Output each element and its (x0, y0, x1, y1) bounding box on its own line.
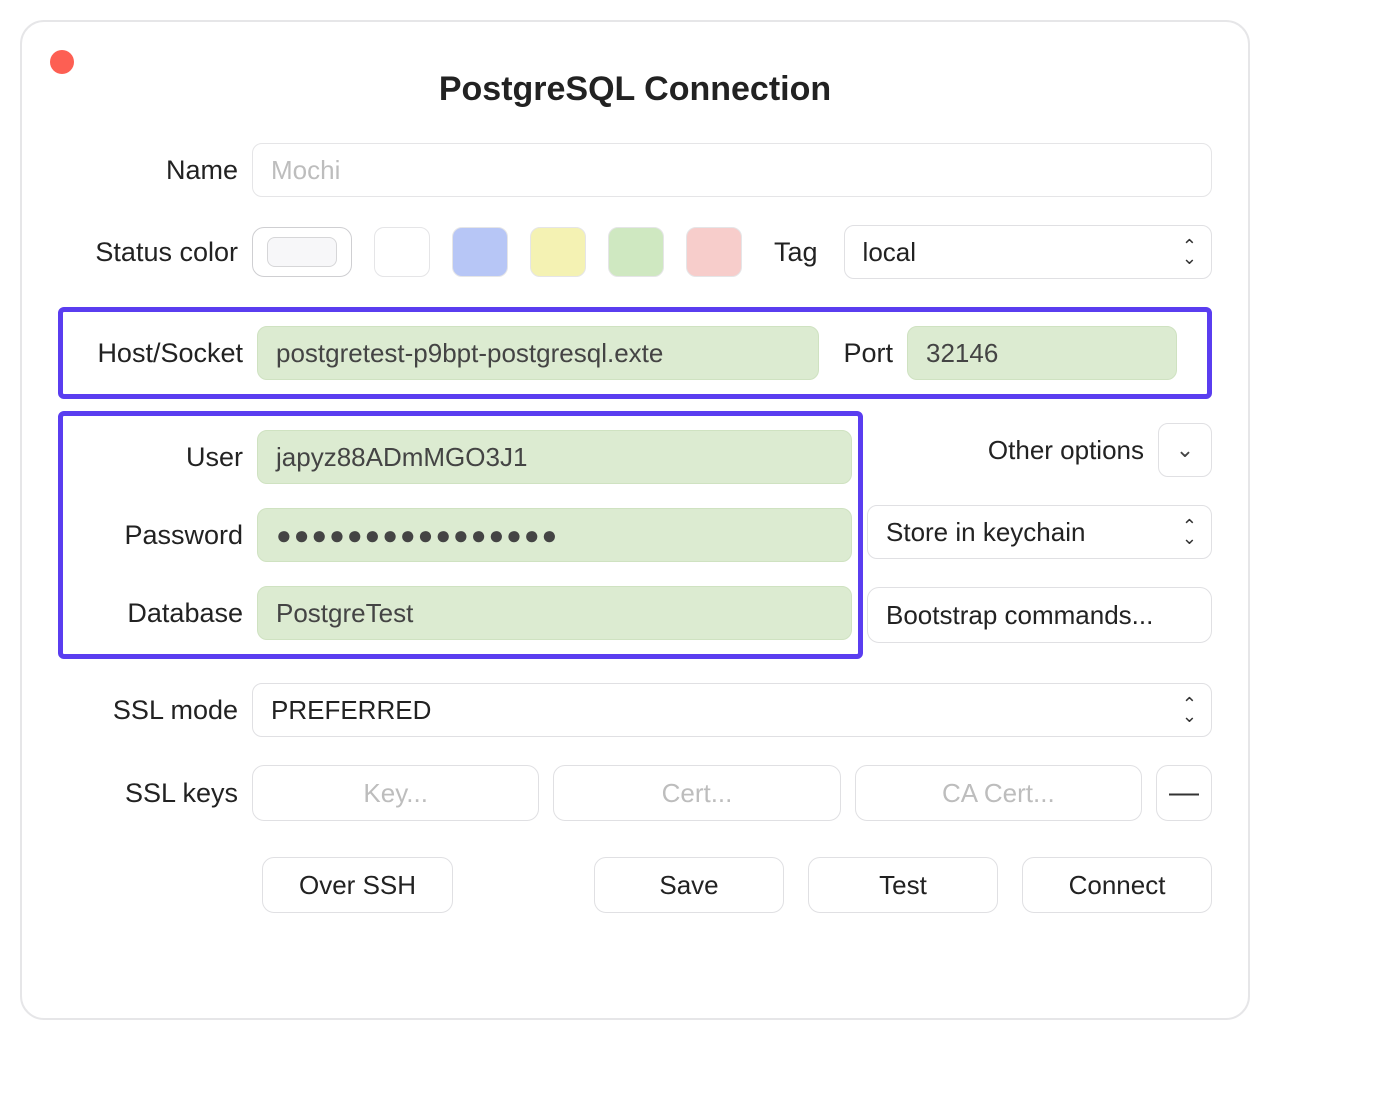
connect-button[interactable]: Connect (1022, 857, 1212, 913)
updown-icon (1182, 517, 1197, 547)
password-storage-select[interactable]: Store in keychain (867, 505, 1212, 559)
bootstrap-commands-label: Bootstrap commands... (886, 600, 1153, 631)
other-options-row: Other options ⌄ (867, 423, 1212, 477)
color-swatch-none[interactable] (252, 227, 352, 277)
color-swatch-yellow[interactable] (530, 227, 586, 277)
updown-icon (1182, 237, 1197, 267)
ssl-cert-button[interactable]: Cert... (553, 765, 840, 821)
credentials-area: User japyz88ADmMGO3J1 Password ●●●●●●●●●… (58, 411, 1212, 659)
status-color-swatches: Tag local (252, 225, 1212, 279)
port-input[interactable]: 32146 (907, 326, 1177, 380)
user-label: User (63, 442, 243, 473)
name-label: Name (58, 155, 238, 186)
name-input[interactable]: Mochi (252, 143, 1212, 197)
host-label: Host/Socket (63, 338, 243, 369)
ssl-mode-row: SSL mode PREFERRED (58, 683, 1212, 737)
other-options-label: Other options (988, 435, 1144, 466)
port-label: Port (833, 338, 893, 369)
tag-select[interactable]: local (844, 225, 1212, 279)
user-row: User japyz88ADmMGO3J1 (63, 430, 852, 484)
password-input[interactable]: ●●●●●●●●●●●●●●●● (257, 508, 852, 562)
user-input[interactable]: japyz88ADmMGO3J1 (257, 430, 852, 484)
dialog-title: PostgreSQL Connection (22, 70, 1248, 109)
connection-form: Name Mochi Status color Tag local (22, 143, 1248, 913)
color-swatch-green[interactable] (608, 227, 664, 277)
status-color-label: Status color (58, 237, 238, 268)
ssl-key-button[interactable]: Key... (252, 765, 539, 821)
ssl-mode-value: PREFERRED (271, 695, 431, 726)
ssl-mode-label: SSL mode (58, 695, 238, 726)
database-input[interactable]: PostgreTest (257, 586, 852, 640)
ssl-cacert-button[interactable]: CA Cert... (855, 765, 1142, 821)
credentials-side-column: Other options ⌄ Store in keychain Bootst… (867, 423, 1212, 643)
ssl-mode-select[interactable]: PREFERRED (252, 683, 1212, 737)
host-input[interactable]: postgretest-p9bpt-postgresql.exte (257, 326, 819, 380)
color-swatch-white[interactable] (374, 227, 430, 277)
bootstrap-commands-button[interactable]: Bootstrap commands... (867, 587, 1212, 643)
minus-icon: — (1169, 776, 1199, 810)
remove-ssl-keys-button[interactable]: — (1156, 765, 1212, 821)
password-storage-value: Store in keychain (886, 517, 1085, 548)
database-row: Database PostgreTest (63, 586, 852, 640)
tag-label: Tag (774, 237, 818, 268)
chevron-down-icon: ⌄ (1176, 437, 1194, 463)
save-button[interactable]: Save (594, 857, 784, 913)
password-label: Password (63, 520, 243, 551)
color-swatch-blue[interactable] (452, 227, 508, 277)
connection-dialog: PostgreSQL Connection Name Mochi Status … (20, 20, 1250, 1020)
credentials-highlight: User japyz88ADmMGO3J1 Password ●●●●●●●●●… (58, 411, 863, 659)
ssl-keys-row: SSL keys Key... Cert... CA Cert... — (58, 765, 1212, 821)
tag-select-value: local (863, 237, 916, 268)
host-port-highlight: Host/Socket postgretest-p9bpt-postgresql… (58, 307, 1212, 399)
database-label: Database (63, 598, 243, 629)
over-ssh-button[interactable]: Over SSH (262, 857, 453, 913)
other-options-toggle[interactable]: ⌄ (1158, 423, 1212, 477)
test-button[interactable]: Test (808, 857, 998, 913)
host-row: Host/Socket postgretest-p9bpt-postgresql… (63, 326, 1177, 380)
ssl-keys-label: SSL keys (58, 778, 238, 809)
password-row: Password ●●●●●●●●●●●●●●●● (63, 508, 852, 562)
status-color-row: Status color Tag local (58, 225, 1212, 279)
updown-icon (1182, 695, 1197, 725)
footer-buttons: . Over SSH Save Test Connect (58, 857, 1212, 913)
color-swatch-red[interactable] (686, 227, 742, 277)
close-window-button[interactable] (50, 50, 74, 74)
name-row: Name Mochi (58, 143, 1212, 197)
